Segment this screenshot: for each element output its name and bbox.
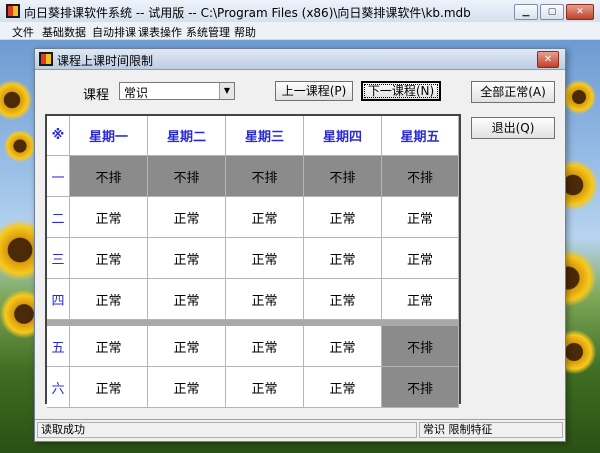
course-dropdown[interactable]: 常识 ▼ bbox=[119, 82, 235, 100]
menu-basic-data[interactable]: 基础数据 bbox=[42, 24, 86, 40]
schedule-cell[interactable]: 正常 bbox=[304, 197, 382, 238]
schedule-cell[interactable]: 正常 bbox=[304, 279, 382, 320]
prev-course-button[interactable]: 上一课程(P) bbox=[275, 81, 353, 101]
app-logo-icon bbox=[6, 4, 20, 18]
day-header[interactable]: 星期五 bbox=[382, 116, 459, 156]
period-header[interactable]: 六 bbox=[47, 367, 70, 408]
minimize-button[interactable]: ▁ bbox=[514, 4, 538, 20]
dialog-logo-icon bbox=[39, 52, 53, 66]
menu-bar: 文件 基础数据 自动排课 课表操作 系统管理 帮助 bbox=[0, 22, 600, 40]
menu-system-admin[interactable]: 系统管理 bbox=[186, 24, 230, 40]
schedule-cell[interactable]: 正常 bbox=[70, 279, 148, 320]
course-label: 课程 bbox=[83, 88, 110, 103]
menu-auto-schedule[interactable]: 自动排课 bbox=[92, 24, 136, 40]
schedule-cell[interactable]: 正常 bbox=[382, 279, 459, 320]
schedule-cell[interactable]: 正常 bbox=[70, 326, 148, 367]
dialog-title: 课程上课时间限制 bbox=[57, 54, 154, 68]
status-bar: 读取成功 常识 限制特征 bbox=[35, 419, 565, 441]
close-dialog-button[interactable]: ✕ bbox=[537, 51, 559, 68]
sunflower-decoration bbox=[0, 80, 32, 120]
schedule-cell[interactable]: 不排 bbox=[382, 326, 459, 367]
menu-timetable-ops[interactable]: 课表操作 bbox=[138, 24, 182, 40]
schedule-cell[interactable]: 不排 bbox=[304, 156, 382, 197]
schedule-cell[interactable]: 正常 bbox=[148, 197, 226, 238]
next-course-button[interactable]: 下一课程(N) bbox=[361, 81, 441, 101]
schedule-cell[interactable]: 正常 bbox=[304, 326, 382, 367]
schedule-cell[interactable]: 不排 bbox=[148, 156, 226, 197]
time-limit-grid: ※ 星期一 星期二 星期三 星期四 星期五一不排 不排 不排 不排 不排二正常 正常 正常 正常 正常三正… bbox=[45, 114, 461, 408]
maximize-button[interactable]: ▢ bbox=[540, 4, 564, 20]
schedule-cell[interactable]: 正常 bbox=[70, 197, 148, 238]
period-header[interactable]: 五 bbox=[47, 326, 70, 367]
schedule-cell[interactable]: 正常 bbox=[382, 238, 459, 279]
schedule-cell[interactable]: 正常 bbox=[148, 279, 226, 320]
schedule-cell[interactable]: 正常 bbox=[148, 326, 226, 367]
exit-button[interactable]: 退出(Q) bbox=[471, 117, 555, 139]
course-selected-value: 常识 bbox=[124, 86, 149, 100]
period-header[interactable]: 四 bbox=[47, 279, 70, 320]
dialog-body: 课程 常识 ▼ 上一课程(P) 下一课程(N) 全部正常(A) 退出(Q) ※ 星… bbox=[35, 70, 565, 419]
schedule-cell[interactable]: 正常 bbox=[148, 238, 226, 279]
schedule-cell[interactable]: 正常 bbox=[226, 197, 304, 238]
menu-help[interactable]: 帮助 bbox=[234, 24, 256, 40]
schedule-cell[interactable]: 正常 bbox=[70, 367, 148, 408]
grid-corner-marker: ※ bbox=[47, 116, 70, 156]
schedule-cell[interactable]: 不排 bbox=[70, 156, 148, 197]
day-header[interactable]: 星期二 bbox=[148, 116, 226, 156]
schedule-cell[interactable]: 正常 bbox=[226, 279, 304, 320]
period-header[interactable]: 二 bbox=[47, 197, 70, 238]
day-header[interactable]: 星期三 bbox=[226, 116, 304, 156]
status-message: 读取成功 bbox=[37, 422, 417, 438]
schedule-cell[interactable]: 正常 bbox=[148, 367, 226, 408]
menu-file[interactable]: 文件 bbox=[12, 24, 34, 40]
schedule-cell[interactable]: 正常 bbox=[382, 197, 459, 238]
schedule-cell[interactable]: 正常 bbox=[226, 367, 304, 408]
schedule-cell[interactable]: 不排 bbox=[382, 367, 459, 408]
course-time-limit-dialog: 课程上课时间限制 ✕ 课程 常识 ▼ 上一课程(P) 下一课程(N) 全部正常(… bbox=[34, 48, 566, 442]
sunflower-decoration bbox=[4, 130, 36, 162]
schedule-cell[interactable]: 正常 bbox=[226, 326, 304, 367]
app-title-bar: 向日葵排课软件系统 -- 试用版 -- C:\Program Files (x8… bbox=[0, 0, 600, 23]
period-header[interactable]: 一 bbox=[47, 156, 70, 197]
schedule-cell[interactable]: 正常 bbox=[304, 367, 382, 408]
close-app-button[interactable]: ✕ bbox=[566, 4, 594, 20]
all-normal-button[interactable]: 全部正常(A) bbox=[471, 81, 555, 103]
day-header[interactable]: 星期四 bbox=[304, 116, 382, 156]
schedule-cell[interactable]: 不排 bbox=[382, 156, 459, 197]
schedule-cell[interactable]: 正常 bbox=[70, 238, 148, 279]
schedule-cell[interactable]: 正常 bbox=[304, 238, 382, 279]
period-header[interactable]: 三 bbox=[47, 238, 70, 279]
app-title: 向日葵排课软件系统 -- 试用版 -- C:\Program Files (x8… bbox=[24, 6, 471, 20]
sunflower-decoration bbox=[562, 80, 596, 114]
schedule-cell[interactable]: 不排 bbox=[226, 156, 304, 197]
day-header[interactable]: 星期一 bbox=[70, 116, 148, 156]
status-info: 常识 限制特征 bbox=[419, 422, 563, 438]
dropdown-arrow-icon[interactable]: ▼ bbox=[219, 83, 234, 99]
schedule-cell[interactable]: 正常 bbox=[226, 238, 304, 279]
dialog-title-bar: 课程上课时间限制 ✕ bbox=[35, 49, 565, 70]
